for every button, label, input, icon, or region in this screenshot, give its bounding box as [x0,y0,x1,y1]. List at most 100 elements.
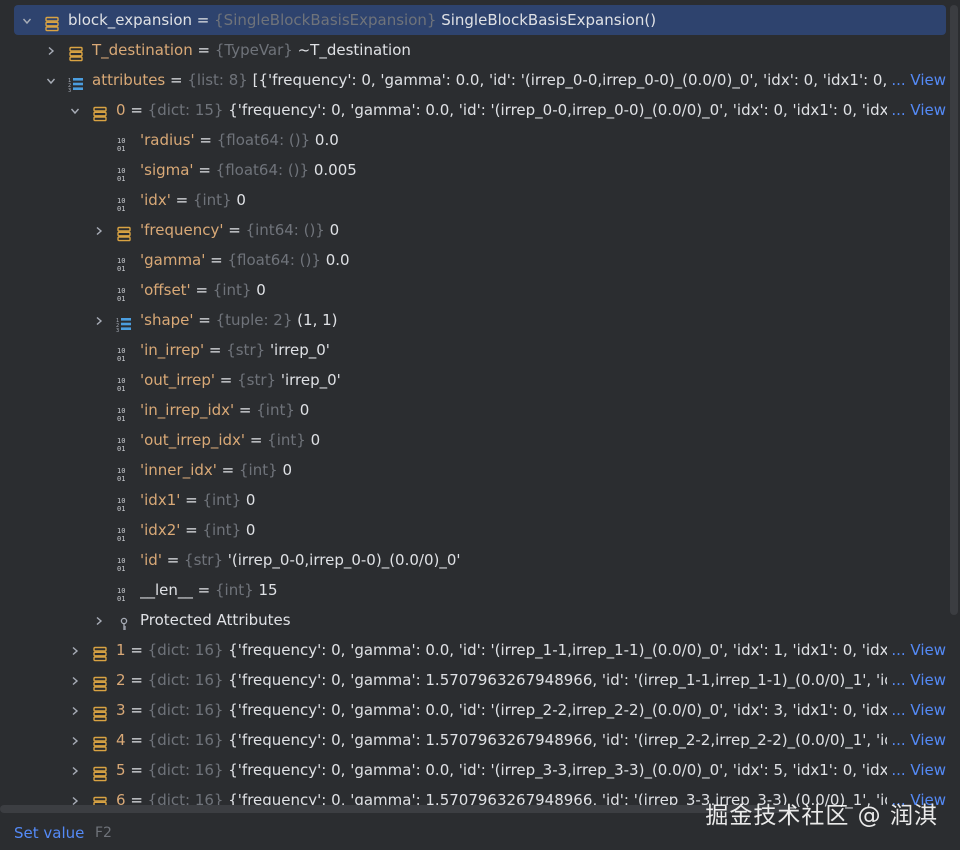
svg-text:10: 10 [117,437,125,445]
vertical-scrollbar[interactable] [950,5,958,615]
chevron-right-icon[interactable] [68,695,82,725]
type-hint: {int} [256,401,295,419]
type-hint: {dict: 16} [147,641,224,659]
tree-row[interactable]: 10 01 'in_irrep_idx' = {int} 0 [0,395,946,425]
type-hint: {int64: ()} [245,221,325,239]
variable-value: {'frequency': 0, 'gamma': 0.0, 'id': '(i… [228,701,908,719]
tree-row[interactable]: 3 = {dict: 16} {'frequency': 0, 'gamma':… [0,695,946,725]
chevron-down-icon[interactable] [68,95,82,125]
view-link[interactable]: ... View [887,635,946,665]
svg-text:10: 10 [117,167,125,175]
tree-row[interactable]: 10 01 'sigma' = {float64: ()} 0.005 [0,155,946,185]
row-text: 'in_irrep' = {str} 'irrep_0' [140,335,946,365]
list-icon: 123 [116,312,132,334]
variable-value: 0 [256,281,266,299]
tree-row[interactable]: 1 = {dict: 16} {'frequency': 0, 'gamma':… [0,635,946,665]
binary-value-icon: 10 01 [116,162,132,183]
tree-row[interactable]: 10 01 'gamma' = {float64: ()} 0.0 [0,245,946,275]
variable-value: ~T_destination [297,41,411,59]
chevron-right-icon[interactable] [44,35,58,65]
chevron-right-icon[interactable] [92,605,106,635]
variable-name: 0 [116,101,126,119]
tree-row[interactable]: 1 2 3 'shape' = {tuple: 2} (1, 1) [0,305,946,335]
object-icon [92,762,108,782]
tree-row[interactable]: 10 01 'radius' = {float64: ()} 0.0 [0,125,946,155]
key-icon [116,612,132,630]
variable-value: {'frequency': 0, 'gamma': 0.0, 'id': '(i… [228,641,927,659]
tree-row[interactable]: 5 = {dict: 16} {'frequency': 0, 'gamma':… [0,755,946,785]
variable-name: 5 [116,761,126,779]
tree-row[interactable]: 10 01 'offset' = {int} 0 [0,275,946,305]
view-link[interactable]: ... View [887,695,946,725]
tree-row[interactable]: 4 = {dict: 16} {'frequency': 0, 'gamma':… [0,725,946,755]
tree-row[interactable]: block_expansion = {SingleBlockBasisExpan… [14,5,946,35]
equals-sign: = [161,551,185,569]
view-link[interactable]: ... View [887,665,946,695]
tree-row[interactable]: 10 01 'id' = {str} '(irrep_0-0,irrep_0-0)_… [0,545,946,575]
type-hint: {int} [202,521,242,539]
svg-text:01: 01 [117,415,125,422]
view-link[interactable]: ... View [887,725,946,755]
chevron-right-icon[interactable] [68,725,82,755]
watermark: 掘金技术社区 @ 润淇 [705,803,938,829]
type-hint: {dict: 16} [147,671,224,689]
set-value-link[interactable]: Set value [14,818,84,848]
chevron-right-icon[interactable] [68,755,82,785]
tree-row[interactable]: 10 01 'out_irrep' = {str} 'irrep_0' [0,365,946,395]
chevron-right-icon[interactable] [68,635,82,665]
variable-name: 3 [116,701,126,719]
svg-text:01: 01 [117,355,125,362]
binary-value-icon: 10 01 [116,522,132,543]
tree-row[interactable]: 'frequency' = {int64: ()} 0 [0,215,946,245]
chevron-down-icon[interactable] [44,65,58,95]
tree-row[interactable]: 10 01 __len__ = {int} 15 [0,575,946,605]
type-hint: {dict: 15} [147,101,224,119]
svg-text:01: 01 [117,505,125,512]
binary-value-icon: 10 01 [116,552,132,573]
view-link[interactable]: ... View [887,755,946,785]
binary-value-icon: 10 01 [116,342,132,363]
view-link[interactable]: ... View [887,65,946,95]
equals-sign: = [125,101,148,119]
chevron-down-icon[interactable] [20,5,34,35]
equals-sign: = [170,191,193,209]
type-hint: {int} [239,461,278,479]
tree-row[interactable]: 10 01 'in_irrep' = {str} 'irrep_0' [0,335,946,365]
binary-value-icon: 10 01 [116,582,132,603]
tree-row[interactable]: 2 = {dict: 16} {'frequency': 0, 'gamma':… [0,665,946,695]
variable-value: 0.0 [325,251,350,269]
tree-row[interactable]: 10 01 'inner_idx' = {int} 0 [0,455,946,485]
svg-text:10: 10 [117,137,125,145]
view-link[interactable]: ... View [887,95,946,125]
type-hint: {dict: 16} [147,701,224,719]
tree-row[interactable]: 10 01 'out_irrep_idx' = {int} 0 [0,425,946,455]
svg-text:10: 10 [117,467,125,475]
tree-row[interactable]: 10 01 'idx' = {int} 0 [0,185,946,215]
svg-text:01: 01 [117,475,125,482]
variable-value: 0 [299,401,310,419]
object-icon [92,642,108,662]
svg-text:01: 01 [117,175,125,182]
tree-row[interactable]: Protected Attributes [0,605,946,635]
variable-name: 'shape' [140,311,194,329]
svg-text:10: 10 [117,557,125,565]
chevron-right-icon[interactable] [92,215,106,245]
variable-value: 0 [310,431,321,449]
binary-value-icon: 10 01 [116,192,132,213]
type-hint: {float64: ()} [216,131,311,149]
row-text: 'frequency' = {int64: ()} 0 [140,215,946,245]
tree-row[interactable]: 1 2 3 attributes = {list: 8} [{'frequency':… [0,65,946,95]
tree-row[interactable]: T_destination = {TypeVar} ~T_destination [0,35,946,65]
svg-text:3: 3 [68,88,71,92]
chevron-right-icon[interactable] [92,305,106,335]
variable-value: 'irrep_0' [280,371,341,389]
svg-text:01: 01 [117,595,125,602]
type-hint: {str} [184,551,223,569]
chevron-right-icon[interactable] [68,665,82,695]
tree-row[interactable]: 0 = {dict: 15} {'frequency': 0, 'gamma':… [0,95,946,125]
tree-row[interactable]: 10 01 'idx1' = {int} 0 [0,485,946,515]
horizontal-scrollbar[interactable] [0,805,790,813]
tree-row[interactable]: 10 01 'idx2' = {int} 0 [0,515,946,545]
row-text: 'idx1' = {int} 0 [140,485,946,515]
svg-text:10: 10 [117,287,125,295]
